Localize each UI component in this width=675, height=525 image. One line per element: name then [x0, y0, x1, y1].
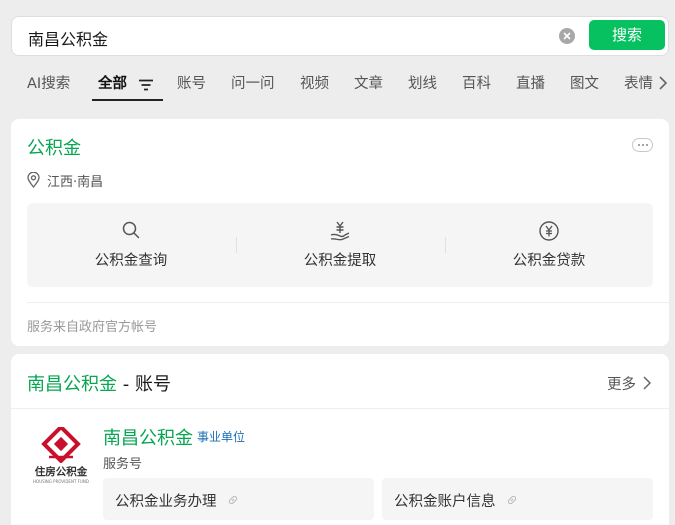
tab-articles[interactable]: 文章 [354, 72, 383, 93]
search-button[interactable]: 搜索 [589, 20, 665, 50]
yuan-hand-icon [329, 220, 351, 246]
logo-text: 住房公积金 [34, 466, 88, 478]
services-panel: 公积金查询 公积金提取 公积金贷款 [27, 203, 653, 287]
account-kind: 服务号 [103, 457, 143, 472]
divider [27, 302, 669, 303]
logo-subtext: HOUSING PROVIDENT FUND [33, 479, 89, 484]
tab-underlines[interactable]: 划线 [408, 72, 437, 93]
service-source-note: 服务来自政府官方帐号 [27, 320, 158, 335]
tab-image-text[interactable]: 图文 [570, 72, 599, 93]
service-label: 公积金提取 [303, 253, 377, 269]
more-options-button[interactable] [632, 138, 653, 152]
tab-encyclopedia[interactable]: 百科 [462, 72, 491, 93]
search-icon [121, 220, 141, 244]
location-pin-icon [27, 172, 40, 188]
location-text: 江西·南昌 [47, 175, 104, 190]
account-card-title: 南昌公积金 - 账号 [27, 370, 171, 396]
service-loan[interactable]: 公积金贷款 [445, 203, 653, 287]
account-avatar[interactable]: 住房公积金 HOUSING PROVIDENT FUND [27, 424, 95, 487]
menu-label: 公积金业务办理 [115, 494, 217, 510]
service-withdraw[interactable]: 公积金提取 [236, 203, 444, 287]
service-query[interactable]: 公积金查询 [27, 203, 235, 287]
tab-ai-search[interactable]: AI搜索 [27, 72, 70, 93]
account-card: 南昌公积金 - 账号 更多 住房公积金 HOUSING PROVIDENT FU… [11, 354, 669, 525]
account-card-title-suffix: - 账号 [117, 374, 171, 395]
tab-bar: AI搜索 全部 账号 问一问 视频 文章 划线 百科 直播 图文 表情 [0, 62, 675, 104]
menu-account-info[interactable]: 公积金账户信息 [382, 478, 653, 520]
clear-icon[interactable] [559, 28, 575, 44]
filter-icon[interactable] [139, 76, 153, 95]
account-name[interactable]: 南昌公积金 [103, 424, 193, 450]
menu-label: 公积金账户信息 [394, 494, 496, 510]
tab-accounts[interactable]: 账号 [177, 72, 206, 93]
more-accounts-link[interactable]: 更多 [607, 373, 651, 394]
account-card-title-highlight: 南昌公积金 [27, 374, 117, 395]
active-tab-indicator [92, 99, 163, 101]
tab-ask[interactable]: 问一问 [231, 72, 275, 93]
account-type-badge: 事业单位 [197, 430, 246, 444]
link-icon [228, 495, 238, 505]
link-icon [507, 495, 517, 505]
more-label: 更多 [607, 377, 636, 393]
service-label: 公积金贷款 [512, 253, 586, 269]
menu-business-handling[interactable]: 公积金业务办理 [103, 478, 374, 520]
divider [11, 408, 669, 409]
tab-videos[interactable]: 视频 [300, 72, 329, 93]
chevron-right-icon [643, 376, 651, 390]
service-label: 公积金查询 [94, 253, 168, 269]
tabs-scroll-right[interactable] [652, 62, 675, 104]
tab-stickers[interactable]: 表情 [624, 72, 653, 93]
search-bar: 南昌公积金 搜索 [11, 16, 669, 56]
tab-live[interactable]: 直播 [516, 72, 545, 93]
chevron-right-icon [659, 76, 667, 90]
yuan-circle-icon [538, 220, 560, 246]
tab-all[interactable]: 全部 [98, 72, 127, 93]
search-input[interactable]: 南昌公积金 [28, 26, 108, 50]
service-card-title[interactable]: 公积金 [27, 134, 81, 160]
service-card: 公积金 江西·南昌 公积金查询 公积金提取 公积金贷款 服务来自政府官方帐号 [11, 119, 669, 346]
housing-fund-logo [41, 424, 81, 464]
